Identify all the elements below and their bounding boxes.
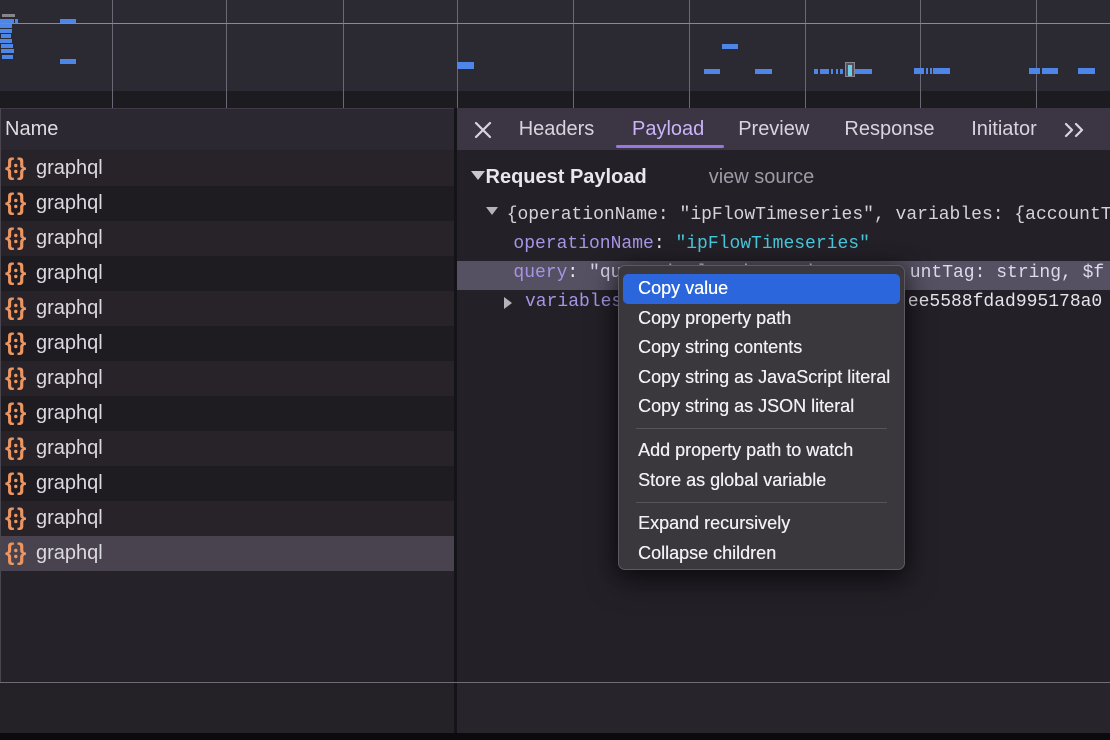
svg-text:{: { xyxy=(5,156,14,180)
svg-text:}: } xyxy=(17,541,26,565)
svg-text:{: { xyxy=(5,191,14,215)
svg-text:}: } xyxy=(17,401,26,425)
svg-text:{: { xyxy=(5,226,14,250)
svg-text:{: { xyxy=(5,506,14,530)
svg-text:}: } xyxy=(17,191,26,215)
svg-text:}: } xyxy=(17,226,26,250)
svg-text:}: } xyxy=(17,506,26,530)
svg-text:{: { xyxy=(5,401,14,425)
svg-text:{: { xyxy=(5,366,14,390)
svg-text:}: } xyxy=(17,436,26,460)
svg-text:{: { xyxy=(5,471,14,495)
svg-text:{: { xyxy=(5,331,14,355)
svg-text:}: } xyxy=(17,261,26,285)
svg-text:{: { xyxy=(5,261,14,285)
svg-text:{: { xyxy=(5,541,14,565)
svg-text:{: { xyxy=(5,436,14,460)
svg-text:{: { xyxy=(5,296,14,320)
svg-text:}: } xyxy=(17,331,26,355)
svg-text:}: } xyxy=(17,366,26,390)
svg-text:}: } xyxy=(17,156,26,180)
svg-text:}: } xyxy=(17,471,26,495)
svg-text:}: } xyxy=(17,296,26,320)
